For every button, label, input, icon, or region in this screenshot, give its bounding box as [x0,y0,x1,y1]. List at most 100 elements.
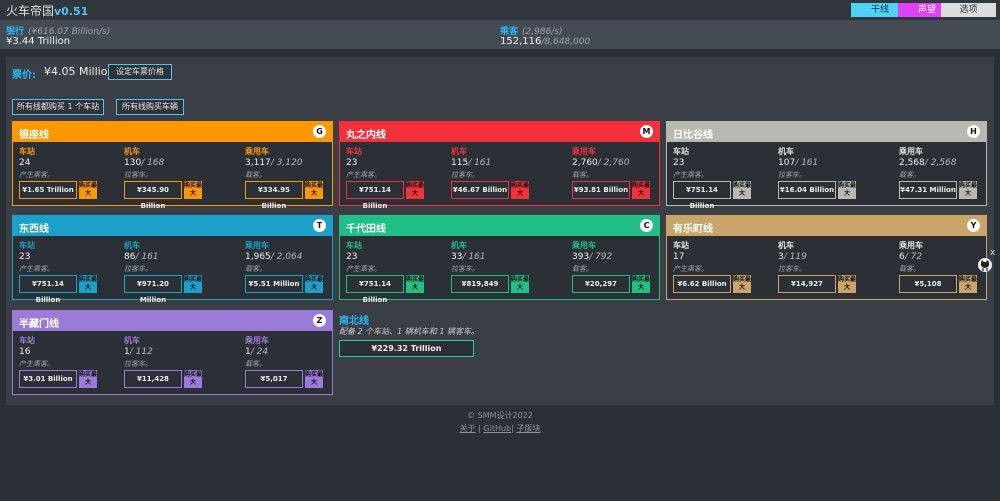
loco-buy-max-button[interactable]: 购买最大 [838,181,856,199]
set-fare-button[interactable]: 设定车票价格 [108,64,172,80]
nanboku-buy-button[interactable]: ¥229.32 Trillion [339,340,474,357]
car-label: 乘用车 [572,147,596,156]
line-name: 丸之内线 [346,130,386,141]
buy-cars-all-button[interactable]: 所有线购买车辆 [116,99,184,115]
station-buy-button[interactable]: ¥751.14 Billion [346,181,404,210]
car-buy-max-button[interactable]: 购买最大 [959,275,977,293]
loco-buy-button[interactable]: ¥14,927 [778,275,836,293]
line-name: 千代田线 [346,224,386,235]
station-buy-max-button[interactable]: 购买最大 [733,181,751,199]
car-label: 乘用车 [245,241,269,250]
car-count: 2,760/ 2,760 [572,158,630,168]
station-buy-max-button[interactable]: 购买最大 [79,370,97,388]
station-label: 车站 [19,336,35,345]
station-desc: 产生乘客。 [19,171,54,179]
line-card-header: 银座线 G [13,122,332,142]
line-station-column: 车站 23 产生乘客。 [673,146,773,180]
line-station-column: 车站 23 产生乘客。 [346,146,446,180]
station-desc: 产生乘客。 [673,171,708,179]
loco-buy-button[interactable]: ¥971.20 Million [124,275,182,304]
station-buy-button[interactable]: ¥751.14 Billion [19,275,77,304]
station-desc: 产生乘客。 [346,171,381,179]
line-station-column: 车站 23 产生乘客。 [19,240,119,274]
loco-desc: 拉客车。 [124,265,152,273]
line-name: 东西线 [19,224,49,235]
github-cat-icon[interactable] [978,258,992,272]
loco-buy-max-button[interactable]: 购买最大 [184,275,202,293]
stats-bar: 银行 (¥616.07 Billion/s) ¥3.44 Trillion 乘客(… [0,20,1000,49]
line-car-column: 乘用车 393/ 792 载客。 [572,240,672,274]
line-name: 半藏门线 [19,319,59,330]
line-card-header: 千代田线 C [340,216,659,236]
loco-buy-max-button[interactable]: 购买最大 [838,275,856,293]
car-buy-button[interactable]: ¥5.51 Million [245,275,303,293]
fare-value: ¥4.05 Million [44,65,115,78]
car-buy-max-button[interactable]: 购买最大 [305,370,323,388]
line-loco-column: 机车 86/ 161 拉客车。 [124,240,224,274]
loco-desc: 拉客车。 [778,171,806,179]
loco-buy-button[interactable]: ¥46.67 Billion [451,181,509,199]
app-title: 火车帝国v0.51 [6,4,89,18]
loco-buy-button[interactable]: ¥819,849 [451,275,509,293]
line-card-header: 有乐町线 Y [667,216,986,236]
car-buy-max-button[interactable]: 购买最大 [632,275,650,293]
line-station-column: 车站 24 产生乘客。 [19,146,119,180]
station-count: 23 [673,158,685,168]
github-link[interactable]: GitHub [483,424,511,433]
car-desc: 载客。 [899,171,920,179]
car-buy-button[interactable]: ¥334.95 Billion [245,181,303,210]
station-buy-button[interactable]: ¥6.62 Billion [673,275,731,293]
car-buy-max-button[interactable]: 购买最大 [305,275,323,293]
station-label: 车站 [19,147,35,156]
loco-buy-max-button[interactable]: 购买最大 [184,370,202,388]
loco-buy-max-button[interactable]: 购买最大 [511,275,529,293]
tab-options-button[interactable]: 选项 [941,3,996,17]
line-name: 有乐町线 [673,224,713,235]
car-buy-button[interactable]: ¥5,108 [899,275,957,293]
station-buy-button[interactable]: ¥751.14 Billion [346,275,404,304]
line-loco-column: 机车 3/ 119 拉客车。 [778,240,878,274]
loco-count: 3/ 119 [778,252,807,262]
car-label: 乘用车 [572,241,596,250]
car-desc: 载客。 [245,360,266,368]
loco-buy-button[interactable]: ¥11,428 [124,370,182,388]
car-buy-button[interactable]: ¥20,297 [572,275,630,293]
subreddit-link[interactable]: 子版块 [516,424,540,433]
station-buy-max-button[interactable]: 购买最大 [406,275,424,293]
line-card: 东西线 T 车站 23 产生乘客。 ¥751.14 Billion 购买最大 机… [12,215,333,304]
top-bar: 火车帝国v0.51 干线 声望 选项 [0,0,1000,20]
about-link[interactable]: 关于 [460,424,476,433]
car-buy-max-button[interactable]: 购买最大 [305,181,323,199]
station-buy-max-button[interactable]: 购买最大 [406,181,424,199]
station-label: 车站 [346,241,362,250]
car-buy-button[interactable]: ¥5,017 [245,370,303,388]
car-buy-max-button[interactable]: 购买最大 [959,181,977,199]
line-badge: Y [967,219,980,232]
station-buy-max-button[interactable]: 购买最大 [79,275,97,293]
car-buy-max-button[interactable]: 购买最大 [632,181,650,199]
loco-buy-max-button[interactable]: 购买最大 [511,181,529,199]
station-buy-button[interactable]: ¥1.65 Trillion [19,181,77,199]
close-icon[interactable]: x [990,248,995,258]
line-badge: M [640,125,653,138]
station-buy-max-button[interactable]: 购买最大 [733,275,751,293]
car-buy-button[interactable]: ¥47.31 Million [899,181,957,199]
station-buy-button[interactable]: ¥3.01 Billion [19,370,77,388]
passenger-value: 152,116/8,648,000 [500,36,591,47]
loco-desc: 拉客车。 [451,265,479,273]
line-car-column: 乘用车 1/ 24 载客。 [245,335,345,369]
line-card: 日比谷线 H 车站 23 产生乘客。 ¥751.14 Billion 购买最大 … [666,121,987,210]
bank-value: ¥3.44 Trillion [6,36,71,47]
car-buy-button[interactable]: ¥93.81 Billion [572,181,630,199]
car-count: 1,965/ 2,064 [245,252,303,262]
station-buy-button[interactable]: ¥751.14 Billion [673,181,731,210]
loco-label: 机车 [451,147,467,156]
station-buy-max-button[interactable]: 购买最大 [79,181,97,199]
loco-buy-button[interactable]: ¥345.90 Billion [124,181,182,210]
loco-buy-max-button[interactable]: 购买最大 [184,181,202,199]
loco-buy-button[interactable]: ¥16.04 Billion [778,181,836,199]
buy-station-all-button[interactable]: 所有线都购买 1 个车站 [12,99,104,115]
car-label: 乘用车 [245,336,269,345]
nanboku-title: 南北线 [339,316,369,327]
line-card: 半藏门线 Z 车站 16 产生乘客。 ¥3.01 Billion 购买最大 机车… [12,310,333,395]
